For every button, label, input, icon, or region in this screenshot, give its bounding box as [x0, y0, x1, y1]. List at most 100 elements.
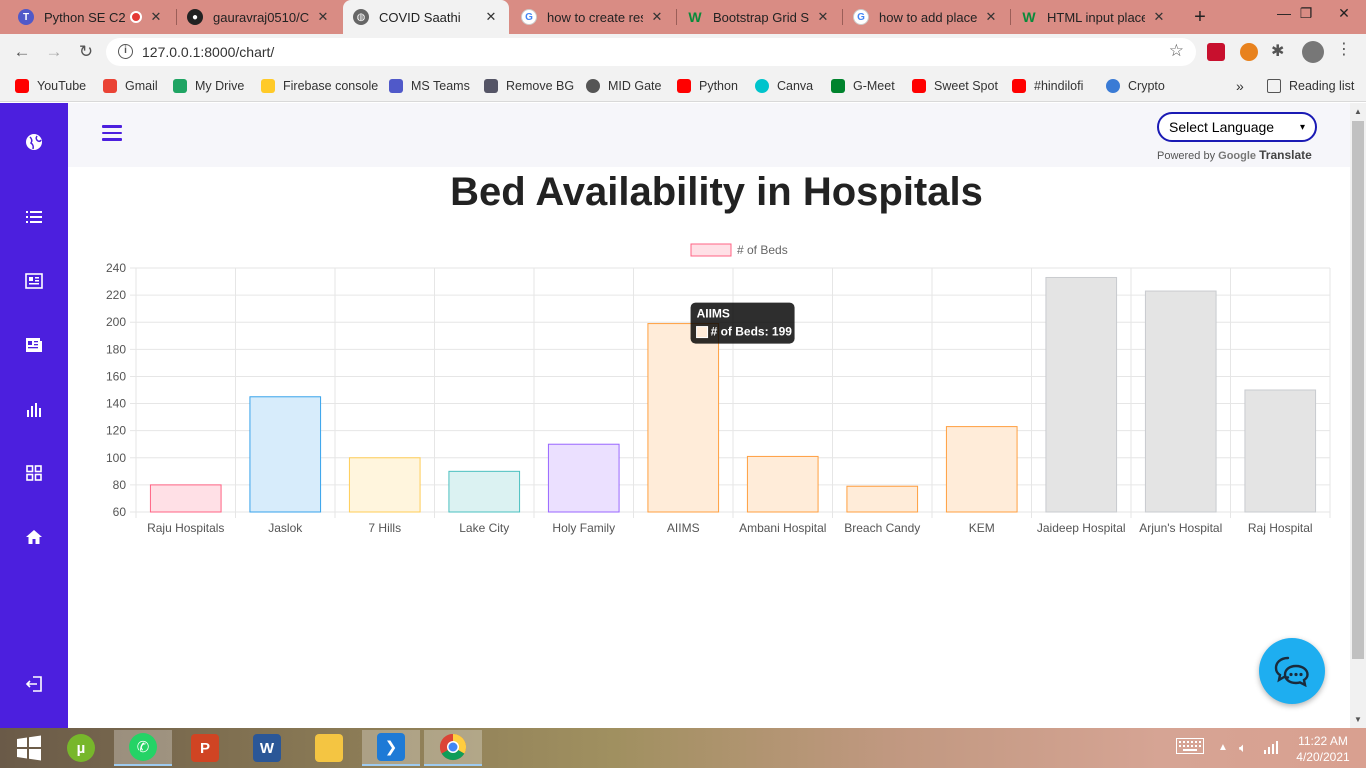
bar[interactable]: [149, 484, 222, 513]
bar[interactable]: [1045, 276, 1118, 513]
logout-icon[interactable]: [22, 672, 46, 696]
tooltip-label: # of Beds: 199: [711, 325, 793, 339]
y-tick-label: 160: [106, 369, 126, 383]
globe-icon[interactable]: [22, 130, 46, 154]
list-icon[interactable]: [22, 205, 46, 229]
powerpoint-icon[interactable]: P: [176, 730, 234, 766]
bar[interactable]: [846, 485, 919, 513]
info-icon[interactable]: i: [118, 44, 133, 59]
bookmark-my-drive[interactable]: My Drive: [173, 77, 244, 95]
bar[interactable]: [348, 457, 421, 513]
close-icon[interactable]: ✕: [315, 9, 331, 25]
bookmark-canva[interactable]: Canva: [755, 77, 813, 95]
drive-icon: [173, 79, 187, 93]
x-tick-label: AIIMS: [667, 521, 700, 535]
scroll-up-icon[interactable]: ▲: [1354, 107, 1362, 116]
bar[interactable]: [547, 443, 620, 513]
document-icon[interactable]: [22, 269, 46, 293]
tab-python-se[interactable]: T Python SE C2 L ✕: [8, 0, 174, 34]
tab-html-input[interactable]: W HTML input placeh ✕: [1011, 0, 1177, 34]
x-tick-label: Arjun's Hospital: [1139, 521, 1222, 535]
file-explorer-icon[interactable]: [300, 730, 358, 766]
chat-button[interactable]: [1259, 638, 1325, 704]
tab-github[interactable]: ● gauravraj0510/Cov ✕: [177, 0, 341, 34]
bookmark-python[interactable]: Python: [677, 77, 738, 95]
bar-chart-icon[interactable]: [22, 397, 46, 421]
gmail-icon: [103, 79, 117, 93]
word-icon[interactable]: W: [238, 730, 296, 766]
reload-icon[interactable]: ↻: [74, 40, 98, 64]
news-icon[interactable]: [22, 333, 46, 357]
tooltip-title: AIIMS: [697, 307, 730, 321]
bookmark-gmail[interactable]: Gmail: [103, 77, 158, 95]
bar[interactable]: [249, 396, 322, 513]
url-input[interactable]: i 127.0.0.1:8000/chart/ ☆: [106, 38, 1196, 66]
close-icon[interactable]: ✕: [148, 9, 164, 25]
y-tick-label: 120: [106, 424, 126, 438]
y-tick-label: 140: [106, 397, 126, 411]
hamburger-menu-icon[interactable]: [102, 125, 122, 141]
y-tick-label: 240: [106, 261, 126, 275]
grid-icon[interactable]: [22, 461, 46, 485]
bookmark-remove-bg[interactable]: Remove BG: [484, 77, 574, 95]
scroll-down-icon[interactable]: ▼: [1354, 715, 1362, 724]
bookmark-crypto[interactable]: Crypto: [1106, 77, 1165, 95]
language-select[interactable]: Select Language ▾: [1157, 112, 1317, 142]
x-tick-label: Jaslok: [268, 521, 303, 535]
youtube-icon: [1012, 79, 1026, 93]
chrome-icon[interactable]: [424, 730, 482, 766]
network-icon[interactable]: [1263, 740, 1279, 757]
menu-icon[interactable]: ⋮: [1336, 39, 1354, 58]
extensions-icon[interactable]: ✱: [1271, 41, 1289, 60]
close-icon[interactable]: ✕: [483, 9, 499, 25]
bar[interactable]: [448, 470, 521, 513]
y-tick-label: 180: [106, 342, 126, 356]
back-icon[interactable]: ←: [10, 40, 34, 64]
bar[interactable]: [945, 426, 1018, 513]
bookmark-star-icon[interactable]: ☆: [1169, 41, 1184, 61]
bar[interactable]: [647, 323, 720, 513]
address-bar-row: ← → ↻ i 127.0.0.1:8000/chart/ ☆ ✱ ⋮: [0, 34, 1366, 70]
home-icon[interactable]: [22, 525, 46, 549]
vscode-icon[interactable]: ❯: [362, 730, 420, 766]
bookmark-firebase[interactable]: Firebase console: [261, 77, 378, 95]
meet-icon: [831, 79, 845, 93]
pdf-extension-icon[interactable]: [1207, 43, 1225, 61]
profile-avatar[interactable]: [1302, 41, 1324, 63]
metamask-icon[interactable]: [1240, 43, 1258, 61]
forward-icon[interactable]: →: [42, 40, 66, 64]
windows-start-icon[interactable]: [0, 730, 58, 766]
whatsapp-icon[interactable]: ✆: [114, 730, 172, 766]
keyboard-icon[interactable]: [1176, 738, 1204, 757]
bar[interactable]: [746, 455, 819, 513]
bookmark-mid-gate[interactable]: MID Gate: [586, 77, 662, 95]
close-icon[interactable]: ✕: [815, 9, 831, 25]
close-window-button[interactable]: ✕: [1322, 0, 1366, 26]
volume-icon[interactable]: 🔈︎: [1239, 740, 1247, 756]
close-icon[interactable]: ✕: [983, 9, 999, 25]
show-hidden-icons-icon[interactable]: ▲: [1218, 742, 1228, 753]
reading-list-button[interactable]: Reading list: [1267, 77, 1354, 95]
bookmark-ms-teams[interactable]: MS Teams: [389, 77, 470, 95]
tab-bootstrap-grid[interactable]: W Bootstrap Grid Syst ✕: [677, 0, 841, 34]
bar[interactable]: [1244, 389, 1317, 513]
bookmark-youtube[interactable]: YouTube: [15, 77, 86, 95]
close-icon[interactable]: ✕: [1151, 9, 1167, 25]
bar[interactable]: [1144, 290, 1217, 513]
close-icon[interactable]: ✕: [649, 9, 665, 25]
tab-search-placeholder[interactable]: G how to add placeh ✕: [843, 0, 1009, 34]
globe-icon: [586, 79, 600, 93]
utorrent-icon[interactable]: µ: [52, 730, 110, 766]
bookmark-g-meet[interactable]: G-Meet: [831, 77, 895, 95]
google-translate-credit: Powered by Google Translate: [1157, 148, 1312, 162]
tab-search-responsive[interactable]: G how to create resp ✕: [511, 0, 675, 34]
new-tab-button[interactable]: +: [1189, 6, 1211, 29]
system-clock[interactable]: 11:22 AM 4/20/2021: [1290, 733, 1356, 765]
more-bookmarks-icon[interactable]: »: [1236, 77, 1244, 95]
x-tick-label: 7 Hills: [368, 521, 401, 535]
tab-covid-saathi[interactable]: ◍ COVID Saathi ✕: [343, 0, 509, 34]
teams-icon: T: [18, 9, 34, 25]
bookmark-hindilofi[interactable]: #hindilofi: [1012, 77, 1083, 95]
translate-link[interactable]: Translate: [1259, 148, 1312, 162]
bookmark-sweet-spot[interactable]: Sweet Spot: [912, 77, 998, 95]
